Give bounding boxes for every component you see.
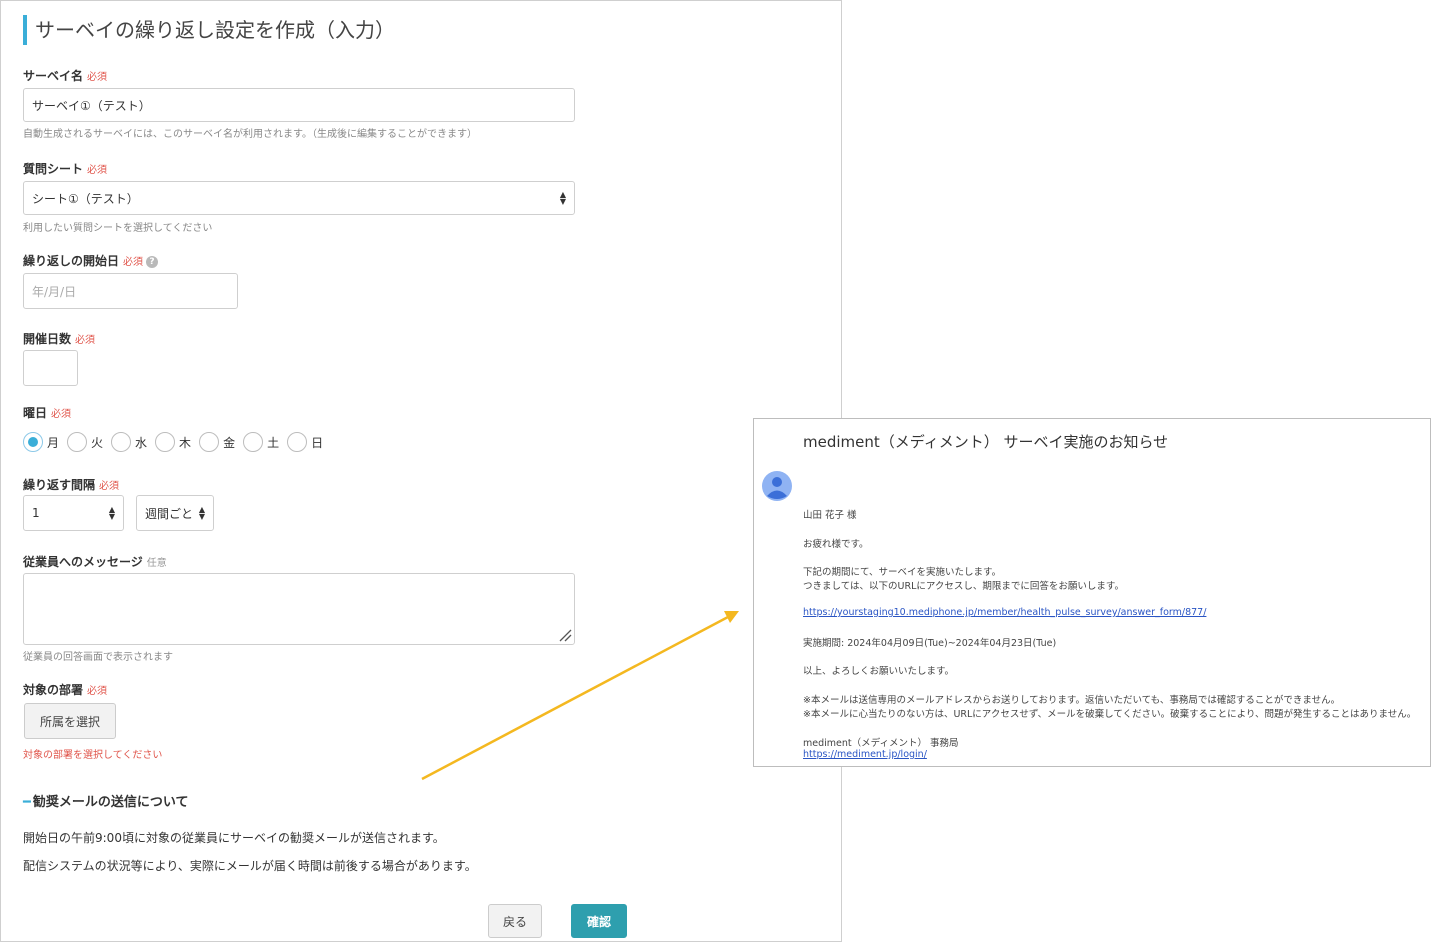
select-department-button[interactable]: 所属を選択 xyxy=(24,703,116,739)
mail-section-line1: 開始日の午前9:00頃に対象の従業員にサーベイの勧奨メールが送信されます。 xyxy=(23,831,445,845)
weekday-option-tue[interactable]: 火 xyxy=(67,432,103,452)
department-label-text: 対象の部署 xyxy=(23,683,84,697)
duration-days-input[interactable] xyxy=(23,350,78,386)
interval-number-stepper[interactable]: 1 ▲ ▼ xyxy=(23,495,124,531)
department-error: 対象の部署を選択してください xyxy=(23,750,163,761)
page-title: サーベイの繰り返し設定を作成（入力） xyxy=(23,15,395,45)
help-icon[interactable]: ? xyxy=(146,255,159,268)
mail-section-heading-text: 勧奨メールの送信について xyxy=(32,795,189,810)
interval-unit-select[interactable]: 週間ごと ▲ ▼ xyxy=(136,495,214,531)
email-sender: mediment（メディメント） 事務局 xyxy=(803,738,959,749)
message-label-text: 従業員へのメッセージ xyxy=(23,555,143,569)
optional-badge: 任意 xyxy=(146,558,167,569)
weekday-radio-group: 月 火 水 木 金 土 日 xyxy=(23,431,331,453)
weekday-option-sat[interactable]: 土 xyxy=(243,432,279,452)
interval-label: 繰り返す間隔 必須 xyxy=(23,476,119,493)
back-button[interactable]: 戻る xyxy=(488,904,542,938)
select-updown-icon: ▲ ▼ xyxy=(559,190,566,206)
weekday-text: 水 xyxy=(135,435,148,450)
required-badge: 必須 xyxy=(99,481,120,492)
email-period: 実施期間: 2024年04月09日(Tue)~2024年04月23日(Tue) xyxy=(803,638,1057,649)
radio[interactable] xyxy=(67,432,88,452)
stepper-updown-icon[interactable]: ▲ ▼ xyxy=(109,506,115,521)
email-body2: つきましては、以下のURLにアクセスし、期限までに回答をお願いします。 xyxy=(803,581,1124,592)
resize-grip-icon[interactable] xyxy=(558,628,572,642)
radio[interactable] xyxy=(287,432,308,452)
weekday-label-text: 曜日 xyxy=(23,406,48,420)
start-date-placeholder: 年/月/日 xyxy=(32,284,77,299)
survey-name-input[interactable]: サーベイ①（テスト） xyxy=(23,88,575,122)
weekday-text: 月 xyxy=(47,435,60,450)
required-badge: 必須 xyxy=(51,409,72,420)
question-sheet-select[interactable]: シート①（テスト） ▲ ▼ xyxy=(23,181,575,215)
interval-unit-value: 週間ごと xyxy=(145,506,194,521)
email-sender-link[interactable]: https://mediment.jp/login/ xyxy=(803,749,927,760)
confirm-button[interactable]: 確認 xyxy=(571,904,627,938)
department-label: 対象の部署 必須 xyxy=(23,681,107,698)
email-preview-panel: mediment（メディメント） サーベイ実施のお知らせ 山田 花子 様 お疲れ… xyxy=(753,418,1431,767)
select-updown-icon: ▲ ▼ xyxy=(198,505,205,521)
email-greeting: 山田 花子 様 xyxy=(803,510,857,521)
start-date-label-text: 繰り返しの開始日 xyxy=(23,254,120,268)
email-survey-link[interactable]: https://yourstaging10.mediphone.jp/membe… xyxy=(803,607,1206,618)
start-date-input[interactable]: 年/月/日 xyxy=(23,273,238,309)
email-opening: お疲れ様です。 xyxy=(803,539,869,550)
question-sheet-label: 質問シート 必須 xyxy=(23,160,107,177)
required-badge: 必須 xyxy=(123,257,144,268)
duration-days-label-text: 開催日数 xyxy=(23,332,72,346)
weekday-text: 日 xyxy=(311,435,324,450)
survey-name-hint: 自動生成されるサーベイには、このサーベイ名が利用されます。（生成後に編集すること… xyxy=(23,129,477,140)
mail-section-heading: ━ 勧奨メールの送信について xyxy=(23,791,188,810)
weekday-option-sun[interactable]: 日 xyxy=(287,432,323,452)
weekday-text: 木 xyxy=(179,435,192,450)
required-badge: 必須 xyxy=(87,686,108,697)
radio[interactable] xyxy=(155,432,176,452)
required-badge: 必須 xyxy=(87,72,108,83)
question-sheet-hint: 利用したい質問シートを選択してください xyxy=(23,223,213,234)
message-textarea[interactable] xyxy=(23,573,575,645)
radio[interactable] xyxy=(111,432,132,452)
question-sheet-selected: シート①（テスト） xyxy=(32,191,139,206)
email-body1: 下記の期間にて、サーベイを実施いたします。 xyxy=(803,567,1002,578)
survey-name-label: サーベイ名 必須 xyxy=(23,67,107,84)
email-note1: ※本メールは送信専用のメールアドレスからお送りしております。返信いただいても、事… xyxy=(803,695,1341,706)
interval-value: 1 xyxy=(32,506,40,520)
weekday-label: 曜日 必須 xyxy=(23,404,71,421)
radio-checked[interactable] xyxy=(23,432,43,452)
radio[interactable] xyxy=(199,432,220,452)
email-subject: mediment（メディメント） サーベイ実施のお知らせ xyxy=(803,433,1169,451)
interval-label-text: 繰り返す間隔 xyxy=(23,478,96,492)
survey-name-value: サーベイ①（テスト） xyxy=(32,98,151,113)
avatar-icon xyxy=(762,471,792,501)
mail-section-line2: 配信システムの状況等により、実際にメールが届く時間は前後する場合があります。 xyxy=(23,859,477,873)
required-badge: 必須 xyxy=(75,335,96,346)
heading-dash-icon: ━ xyxy=(23,795,31,810)
weekday-option-fri[interactable]: 金 xyxy=(199,432,235,452)
weekday-option-thu[interactable]: 木 xyxy=(155,432,191,452)
weekday-text: 金 xyxy=(223,435,236,450)
weekday-text: 土 xyxy=(267,435,280,450)
message-label: 従業員へのメッセージ 任意 xyxy=(23,553,167,570)
email-note2: ※本メールに心当たりのない方は、URLにアクセスせず、メールを破棄してください。… xyxy=(803,709,1417,720)
message-hint: 従業員の回答画面で表示されます xyxy=(23,652,173,663)
survey-form-panel: サーベイの繰り返し設定を作成（入力） サーベイ名 必須 サーベイ①（テスト） 自動… xyxy=(0,0,842,942)
start-date-label: 繰り返しの開始日 必須? xyxy=(23,252,159,269)
duration-days-label: 開催日数 必須 xyxy=(23,330,95,347)
survey-name-label-text: サーベイ名 xyxy=(23,69,84,83)
required-badge: 必須 xyxy=(87,165,108,176)
weekday-option-wed[interactable]: 水 xyxy=(111,432,147,452)
weekday-text: 火 xyxy=(91,435,104,450)
email-closing: 以上、よろしくお願いいたします。 xyxy=(803,666,955,677)
question-sheet-label-text: 質問シート xyxy=(23,162,84,176)
weekday-option-mon[interactable]: 月 xyxy=(23,432,59,452)
radio[interactable] xyxy=(243,432,264,452)
